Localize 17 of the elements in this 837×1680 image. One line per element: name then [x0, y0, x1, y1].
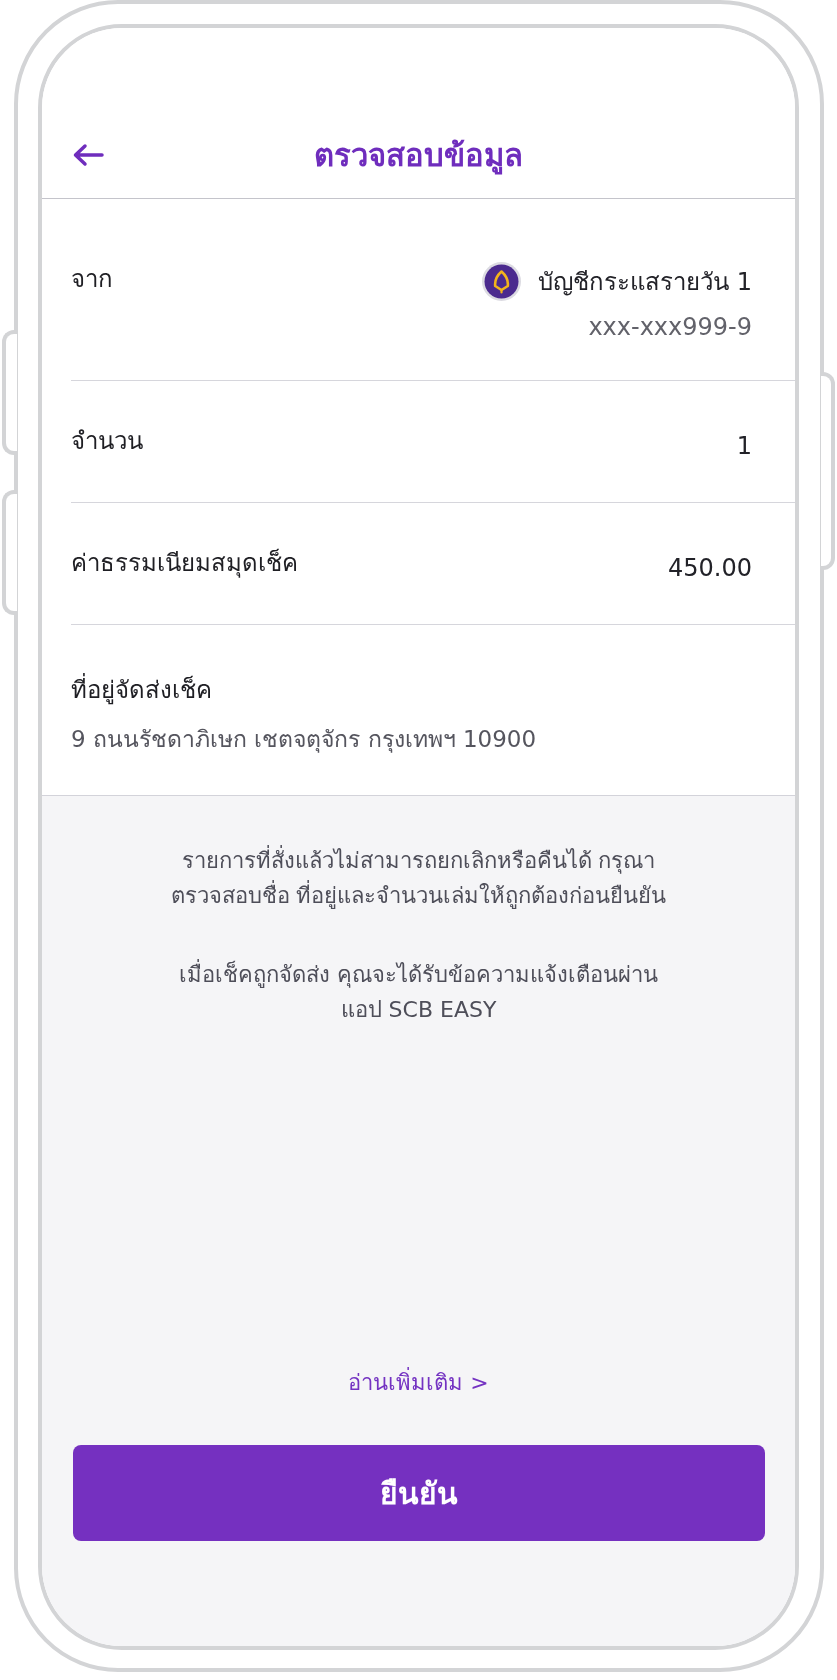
notice-text: เมื่อเช็คถูกจัดส่ง คุณจะได้รับข้อความแจ้งเตือนผ่าน แอป SCB EASY — [179, 957, 658, 1027]
notice-text: รายการที่สั่งแล้วไม่สามารถยกเลิกหรือคืนได้ กรุณา ตรวจสอบชื่อ ที่อยู่และจำนวนเล่มให้ถูกต้องก่อนยืนยัน — [170, 843, 667, 913]
detail-value: 9 ถนนรัชดาภิเษก เชตจตุจักร กรุงเทพฯ 10900 — [71, 725, 537, 755]
confirm-button[interactable]: ยืนยัน — [72, 1445, 765, 1541]
back-button[interactable] — [71, 141, 105, 169]
detail-value: 1 — [736, 431, 752, 462]
read-more-link[interactable]: อ่านเพิ่มเติม > — [348, 1365, 489, 1400]
account-number: xxx-xxx999-9 — [588, 312, 752, 343]
leaf-emblem-icon — [482, 262, 522, 301]
page-title: ตรวจสอบข้อมูล — [314, 136, 523, 175]
detail-label: ค่าธรรมเนียมสมุดเช็ค — [71, 547, 298, 579]
account-name: บัญชีกระแสรายวัน 1 — [538, 266, 752, 298]
detail-value: 450.00 — [668, 553, 752, 584]
detail-label: จำนวน — [71, 426, 143, 457]
detail-label: ที่อยู่จัดส่งเช็ค — [71, 674, 212, 706]
back-arrow-icon — [72, 143, 104, 167]
detail-label: จาก — [71, 264, 113, 295]
